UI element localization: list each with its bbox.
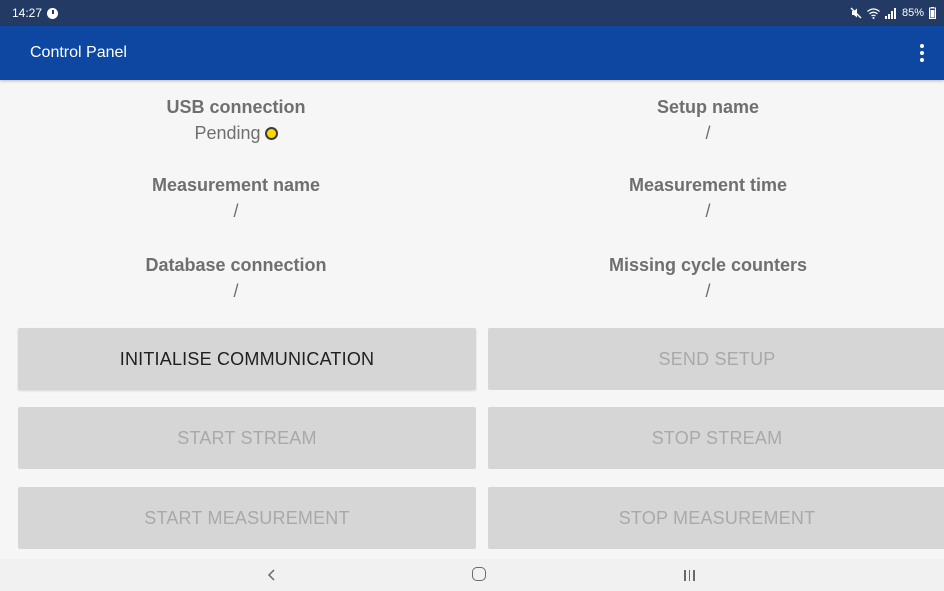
status-time: 14:27 — [12, 6, 43, 20]
setup-name-value: / — [705, 123, 711, 143]
status-time-group: 14:27 — [12, 0, 59, 26]
start-measurement-button[interactable]: START MEASUREMENT — [18, 487, 476, 549]
initialise-communication-button[interactable]: INITIALISE COMMUNICATION — [18, 328, 476, 390]
missing-cycle-counters-value: / — [705, 281, 711, 301]
recents-bar — [684, 570, 686, 581]
missing-cycle-counters-info: Missing cycle counters / — [472, 252, 944, 304]
status-bar: 14:27 85% — [0, 0, 944, 26]
wifi-icon — [867, 7, 880, 19]
missing-cycle-counters-label: Missing cycle counters — [608, 255, 808, 275]
pending-indicator-icon — [264, 126, 278, 140]
dot-icon — [920, 58, 924, 62]
app-title: Control Panel — [30, 44, 127, 61]
measurement-name-value: / — [233, 201, 239, 221]
send-setup-button[interactable]: SEND SETUP — [488, 328, 944, 390]
stop-measurement-button[interactable]: STOP MEASUREMENT — [488, 487, 944, 549]
overflow-menu-button[interactable] — [910, 39, 934, 67]
measurement-name-label: Measurement name — [151, 175, 321, 195]
navigation-bar — [0, 559, 944, 591]
mute-icon — [850, 7, 862, 19]
measurement-time-value: / — [705, 201, 711, 221]
battery-icon — [929, 7, 936, 19]
battery-percent: 85% — [901, 7, 924, 19]
app-bar: Control Panel — [0, 26, 944, 80]
measurement-time-info: Measurement time / — [472, 172, 944, 224]
usb-connection-info: USB connection Pending — [0, 94, 472, 146]
setup-name-label: Setup name — [656, 97, 760, 117]
start-stream-button[interactable]: START STREAM — [18, 407, 476, 469]
dot-icon — [920, 51, 924, 55]
dot-icon — [920, 44, 924, 48]
database-connection-label: Database connection — [145, 255, 327, 275]
back-icon[interactable] — [262, 565, 282, 585]
recents-bar — [693, 570, 695, 581]
status-indicators: 85% — [850, 0, 936, 26]
stop-stream-button[interactable]: STOP STREAM — [488, 407, 944, 469]
database-connection-info: Database connection / — [0, 252, 472, 304]
home-icon[interactable] — [472, 567, 486, 581]
notification-icon — [47, 7, 59, 19]
usb-connection-label: USB connection — [166, 97, 306, 117]
usb-connection-value: Pending — [0, 120, 472, 146]
recents-bar — [688, 570, 690, 581]
recents-icon[interactable] — [684, 570, 695, 581]
usb-connection-status: Pending — [194, 123, 261, 143]
setup-name-info: Setup name / — [472, 94, 944, 146]
database-connection-value: / — [233, 281, 239, 301]
measurement-time-label: Measurement time — [628, 175, 788, 195]
signal-icon — [884, 7, 896, 19]
measurement-name-info: Measurement name / — [0, 172, 472, 224]
